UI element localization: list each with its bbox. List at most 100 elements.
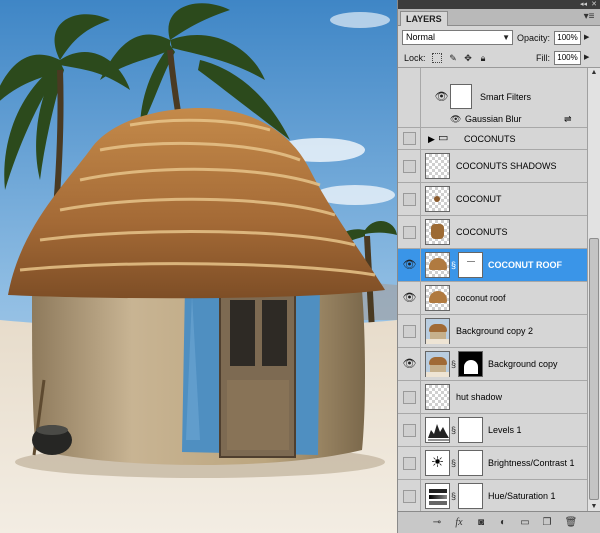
- layer-coconut[interactable]: COCONUT: [398, 183, 587, 216]
- opacity-label: Opacity:: [517, 33, 551, 43]
- layer-name: COCONUTS: [456, 227, 508, 237]
- visibility-cell[interactable]: [398, 315, 421, 347]
- layer-coconuts-shadows[interactable]: COCONUTS SHADOWS: [398, 150, 587, 183]
- eye-off-cell[interactable]: [403, 160, 416, 173]
- layer-name: Background copy 2: [456, 326, 534, 336]
- layer-group-coconuts[interactable]: ▶ ▭ COCONUTS: [398, 128, 587, 150]
- layer-thumbnail: [425, 219, 450, 245]
- lock-transparent-pixels-icon[interactable]: [432, 53, 442, 63]
- visibility-cell[interactable]: 👁︎: [398, 249, 421, 281]
- layer-list-scrollbar[interactable]: ▲ ▼: [587, 68, 600, 511]
- collapse-icon[interactable]: ◂◂: [580, 0, 587, 9]
- link-icon[interactable]: §: [451, 458, 457, 468]
- layer-levels-1[interactable]: § Levels 1: [398, 414, 587, 447]
- layer-background-copy-2[interactable]: Background copy 2: [398, 315, 587, 348]
- visibility-cell[interactable]: [398, 414, 421, 446]
- visibility-cell[interactable]: 👁︎: [398, 282, 421, 314]
- add-mask-icon[interactable]: ◙: [474, 516, 488, 529]
- layer-mask-thumbnail: [458, 450, 483, 476]
- layer-name: COCONUT: [456, 194, 502, 204]
- layers-bottom-toolbar: ⊸ fx ◙ ◐ ▭ ❐ 🗑︎: [398, 511, 600, 533]
- link-icon[interactable]: §: [451, 491, 457, 501]
- layer-hut-shadow[interactable]: hut shadow: [398, 381, 587, 414]
- fill-label: Fill:: [536, 53, 550, 63]
- layer-name: Gaussian Blur: [465, 114, 522, 124]
- smart-filters-row[interactable]: 👁︎ Smart Filters: [398, 84, 587, 111]
- opacity-slider-arrow-icon[interactable]: ▶: [584, 33, 589, 41]
- hue-saturation-icon: [425, 483, 450, 509]
- sun-icon: ☀: [425, 450, 450, 476]
- levels-adjustment-icon: [425, 417, 450, 443]
- layer-name: Smart Filters: [480, 92, 532, 102]
- visibility-cell[interactable]: [398, 216, 421, 248]
- visibility-cell[interactable]: 👁︎: [398, 348, 421, 380]
- new-layer-icon[interactable]: ❐: [540, 516, 554, 529]
- visibility-cell[interactable]: [398, 150, 421, 182]
- close-icon[interactable]: ✕: [591, 0, 597, 9]
- lock-fill-row: Lock: ✎ ✥ 🔒︎ Fill: 100% ▶: [398, 48, 600, 68]
- visibility-cell[interactable]: [398, 183, 421, 215]
- visibility-cell[interactable]: [398, 480, 421, 511]
- fill-slider-arrow-icon[interactable]: ▶: [584, 53, 589, 61]
- histogram-icon: [428, 424, 449, 441]
- link-icon[interactable]: §: [451, 425, 457, 435]
- eye-off-cell[interactable]: [403, 132, 416, 145]
- eye-icon[interactable]: 👁︎: [402, 259, 417, 272]
- panel-title-bar[interactable]: ◂◂ ✕: [398, 0, 600, 9]
- eye-off-cell[interactable]: [403, 424, 416, 437]
- link-icon[interactable]: §: [451, 260, 457, 270]
- filter-options-icon[interactable]: ⇌: [564, 113, 572, 125]
- tab-layers[interactable]: LAYERS: [400, 11, 448, 26]
- scrollbar-thumb[interactable]: [589, 238, 599, 500]
- eye-off-cell[interactable]: [403, 193, 416, 206]
- lock-all-icon[interactable]: 🔒︎: [478, 53, 488, 63]
- delete-layer-icon[interactable]: 🗑︎: [564, 516, 578, 529]
- layer-style-fx-icon[interactable]: fx: [452, 516, 466, 529]
- new-adjustment-layer-icon[interactable]: ◐: [496, 516, 510, 529]
- eye-off-cell[interactable]: [403, 391, 416, 404]
- lock-position-icon[interactable]: ✥: [463, 53, 473, 63]
- disclosure-triangle-icon[interactable]: ▶: [428, 133, 435, 145]
- eye-off-cell[interactable]: [403, 325, 416, 338]
- layer-mask-thumbnail: [458, 252, 483, 278]
- eye-icon[interactable]: 👁︎: [450, 113, 461, 126]
- layer-thumbnail: [425, 318, 450, 344]
- document-canvas[interactable]: [0, 0, 397, 533]
- gaussian-blur-row[interactable]: 👁︎ Gaussian Blur ⇌: [398, 111, 587, 128]
- fill-input[interactable]: 100%: [554, 51, 581, 65]
- visibility-cell[interactable]: [398, 111, 421, 127]
- new-group-icon[interactable]: ▭: [518, 516, 532, 529]
- layer-coconuts[interactable]: COCONUTS: [398, 216, 587, 249]
- blend-mode-select[interactable]: Normal ▼: [402, 30, 513, 45]
- layer-row-smart-object[interactable]: [398, 68, 587, 84]
- scroll-up-arrow-icon[interactable]: ▲: [588, 68, 600, 77]
- layer-background-copy[interactable]: 👁︎ § Background copy: [398, 348, 587, 381]
- lock-image-pixels-icon[interactable]: ✎: [448, 53, 458, 63]
- layer-mask-thumbnail: [458, 417, 483, 443]
- visibility-cell[interactable]: [398, 128, 421, 149]
- layer-hue-saturation-1[interactable]: § Hue/Saturation 1: [398, 480, 587, 511]
- scroll-down-arrow-icon[interactable]: ▼: [588, 502, 600, 511]
- eye-icon[interactable]: 👁︎: [402, 292, 417, 305]
- visibility-cell[interactable]: [398, 381, 421, 413]
- link-layers-icon[interactable]: ⊸: [430, 516, 444, 529]
- opacity-input[interactable]: 100%: [554, 31, 581, 45]
- layer-coconut-roof[interactable]: 👁︎ coconut roof: [398, 282, 587, 315]
- eye-off-cell[interactable]: [403, 490, 416, 503]
- visibility-cell[interactable]: [398, 84, 421, 111]
- visibility-cell[interactable]: [398, 68, 421, 84]
- eye-icon[interactable]: 👁︎: [434, 91, 449, 104]
- layer-coconut-roof-selected[interactable]: 👁︎ § COCONUT ROOF: [398, 249, 587, 282]
- link-icon[interactable]: §: [451, 359, 457, 369]
- eye-icon[interactable]: 👁︎: [402, 358, 417, 371]
- layer-list[interactable]: 👁︎ Smart Filters 👁︎ Gaussian Blur ⇌ ▶ ▭ …: [398, 68, 587, 511]
- panel-menu-icon[interactable]: ▾≡: [583, 12, 595, 23]
- eye-off-cell[interactable]: [403, 226, 416, 239]
- layer-name: COCONUTS: [464, 134, 516, 144]
- visibility-cell[interactable]: [398, 447, 421, 479]
- layer-name: Levels 1: [488, 425, 522, 435]
- lock-label: Lock:: [404, 53, 426, 63]
- layer-mask-thumbnail: [458, 483, 483, 509]
- layer-brightness-contrast-1[interactable]: ☀ § Brightness/Contrast 1: [398, 447, 587, 480]
- eye-off-cell[interactable]: [403, 457, 416, 470]
